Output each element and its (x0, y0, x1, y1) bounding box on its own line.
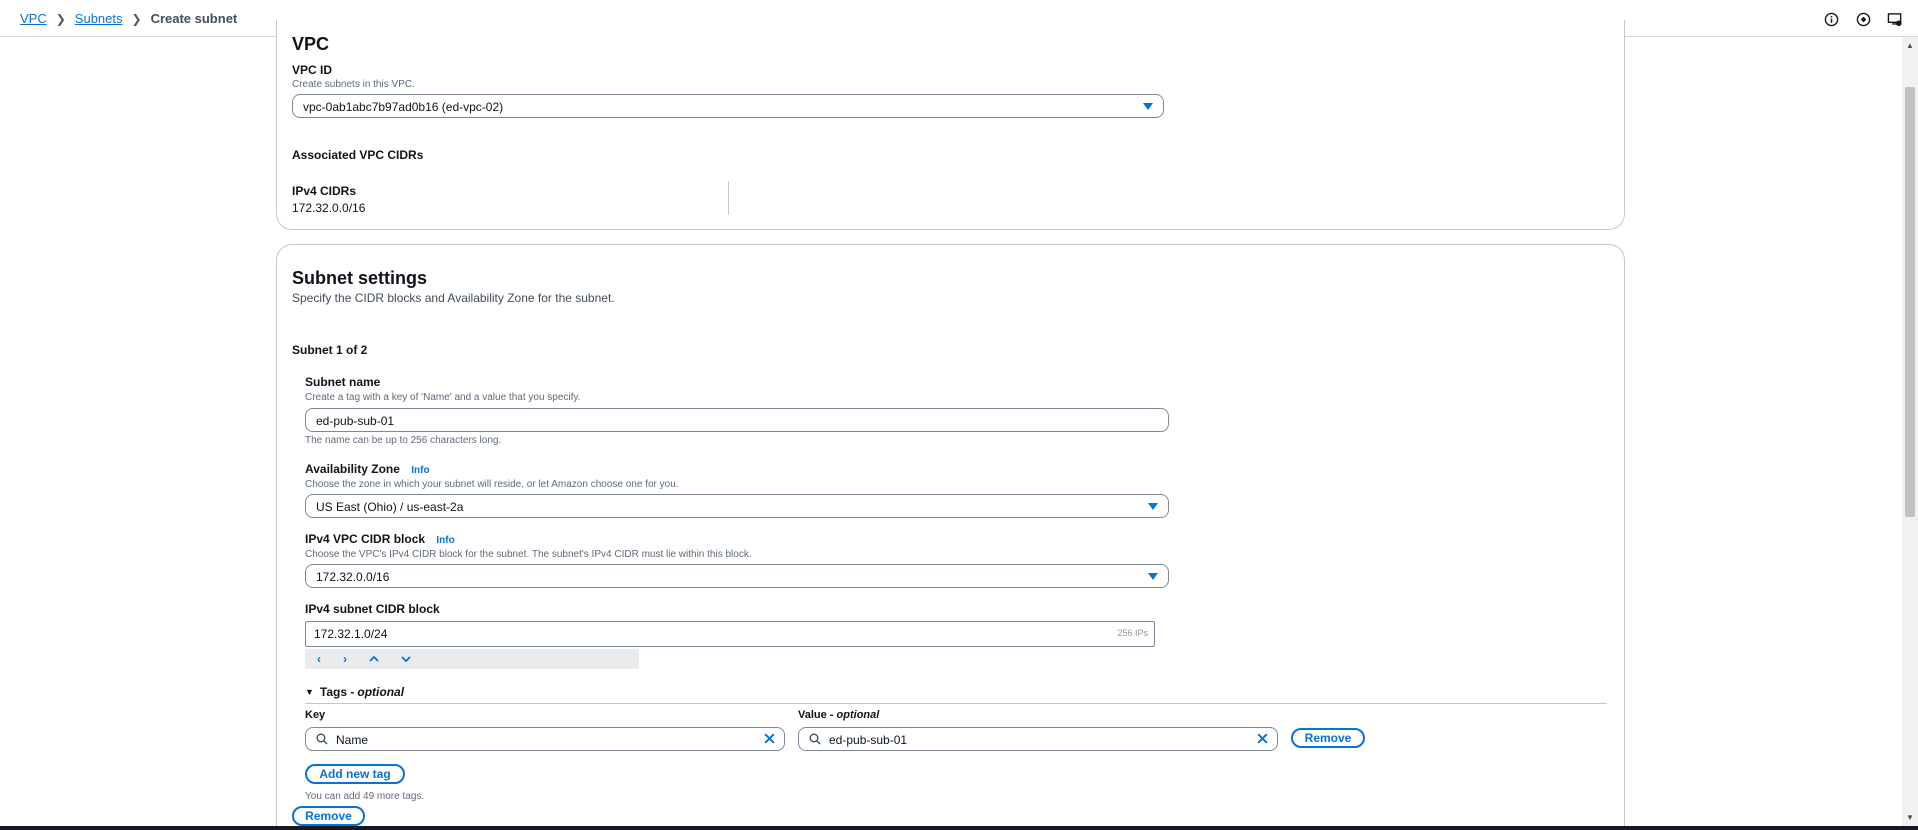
ipv4-cidrs-value: 172.32.0.0/16 (292, 201, 366, 215)
vpc-id-value: vpc-0ab1abc7b97ad0b16 (ed-vpc-02) (303, 100, 504, 114)
breadcrumb-vpc-link[interactable]: VPC (20, 11, 47, 26)
breadcrumb: VPC ❯ Subnets ❯ Create subnet (20, 11, 237, 26)
caret-down-icon (1148, 503, 1158, 510)
subnet-name-input[interactable]: ed-pub-sub-01 (305, 408, 1169, 432)
vpc-id-select[interactable]: vpc-0ab1abc7b97ad0b16 (ed-vpc-02) (292, 94, 1164, 118)
subnet-name-value: ed-pub-sub-01 (316, 414, 395, 428)
scrollbar-thumb[interactable] (1905, 87, 1915, 517)
subnet-settings-description: Specify the CIDR blocks and Availability… (292, 291, 615, 305)
vpc-id-description: Create subnets in this VPC. (292, 79, 415, 90)
search-icon (316, 733, 328, 748)
remove-subnet-button[interactable]: Remove (292, 806, 365, 826)
caret-down-icon: ▼ (305, 687, 314, 697)
info-circle-icon[interactable] (1822, 10, 1840, 28)
tags-remaining-hint: You can add 49 more tags. (305, 791, 425, 802)
remove-tag-button[interactable]: Remove (1291, 728, 1365, 748)
chevron-down-icon[interactable] (401, 653, 411, 665)
tag-value-label-row: Value - optional (798, 709, 879, 721)
vpc-section-title: VPC (292, 34, 330, 54)
clear-icon[interactable] (1256, 732, 1269, 748)
caret-down-icon (1148, 573, 1158, 580)
bottom-edge (0, 826, 1918, 830)
scroll-down-icon[interactable]: ▼ (1906, 813, 1914, 822)
breadcrumb-current: Create subnet (150, 11, 238, 26)
vpc-cidr-label-row: IPv4 VPC CIDR block Info (305, 532, 455, 546)
column-divider (728, 181, 729, 215)
az-select[interactable]: US East (Ohio) / us-east-2a (305, 494, 1169, 518)
tag-key-label: Key (305, 709, 326, 721)
az-label: Availability Zone (305, 462, 400, 476)
subnet-name-hint: The name can be up to 256 characters lon… (305, 435, 502, 446)
subnet-counter: Subnet 1 of 2 (292, 343, 368, 357)
screen-settings-icon[interactable] (1886, 10, 1904, 28)
chevron-up-icon[interactable] (369, 653, 379, 665)
tags-label: Tags - (319, 685, 355, 699)
vpc-cidr-select[interactable]: 172.32.0.0/16 (305, 564, 1169, 588)
chevron-right-icon: ❯ (55, 11, 66, 26)
az-description: Choose the zone in which your subnet wil… (305, 479, 679, 490)
tag-key-input[interactable]: Name (305, 727, 785, 751)
associated-cidrs-label: Associated VPC CIDRs (292, 148, 424, 162)
breadcrumb-subnets-link[interactable]: Subnets (75, 11, 123, 26)
feedback-icon[interactable] (1854, 10, 1872, 28)
tag-value-value: ed-pub-sub-01 (829, 733, 908, 747)
cidr-stepper: ‹ › (305, 649, 639, 669)
tag-value-label: Value - (798, 709, 837, 721)
subnet-cidr-value: 172.32.1.0/24 (314, 627, 388, 641)
chevron-left-icon[interactable]: ‹ (317, 653, 321, 665)
vpc-cidr-description: Choose the VPC's IPv4 CIDR block for the… (305, 549, 752, 560)
caret-down-icon (1143, 103, 1153, 110)
tag-key-value: Name (336, 733, 369, 747)
tag-value-input[interactable]: ed-pub-sub-01 (798, 727, 1278, 751)
top-icons (1822, 10, 1904, 28)
vpc-cidr-label: IPv4 VPC CIDR block (305, 532, 426, 546)
az-value: US East (Ohio) / us-east-2a (316, 500, 464, 514)
vpc-panel (276, 20, 1625, 230)
az-info-link[interactable]: Info (411, 465, 429, 476)
subnet-name-description: Create a tag with a key of 'Name' and a … (305, 392, 581, 403)
ipv4-cidrs-label: IPv4 CIDRs (292, 184, 357, 198)
vertical-scrollbar[interactable]: ▲ ▼ (1902, 37, 1918, 826)
add-new-tag-button[interactable]: Add new tag (305, 764, 405, 784)
chevron-right-icon[interactable]: › (343, 653, 347, 665)
search-icon (809, 733, 821, 748)
subnet-cidr-input[interactable]: 172.32.1.0/24 256 IPs (305, 621, 1155, 647)
vpc-cidr-info-link[interactable]: Info (436, 535, 454, 546)
az-label-row: Availability Zone Info (305, 462, 430, 476)
tags-optional: optional (357, 685, 405, 699)
clear-icon[interactable] (763, 732, 776, 748)
tag-value-optional: optional (836, 709, 880, 721)
subnet-settings-title: Subnet settings (292, 268, 428, 288)
tags-divider (305, 703, 1607, 704)
chevron-right-icon: ❯ (131, 11, 142, 26)
vpc-id-label: VPC ID (292, 63, 333, 77)
scroll-up-icon[interactable]: ▲ (1906, 41, 1914, 50)
tags-expander[interactable]: ▼ Tags - optional (305, 685, 404, 699)
vpc-cidr-value: 172.32.0.0/16 (316, 570, 390, 584)
subnet-cidr-ip-count: 256 IPs (1117, 628, 1148, 638)
subnet-cidr-label: IPv4 subnet CIDR block (305, 602, 440, 616)
subnet-name-label: Subnet name (305, 375, 381, 389)
